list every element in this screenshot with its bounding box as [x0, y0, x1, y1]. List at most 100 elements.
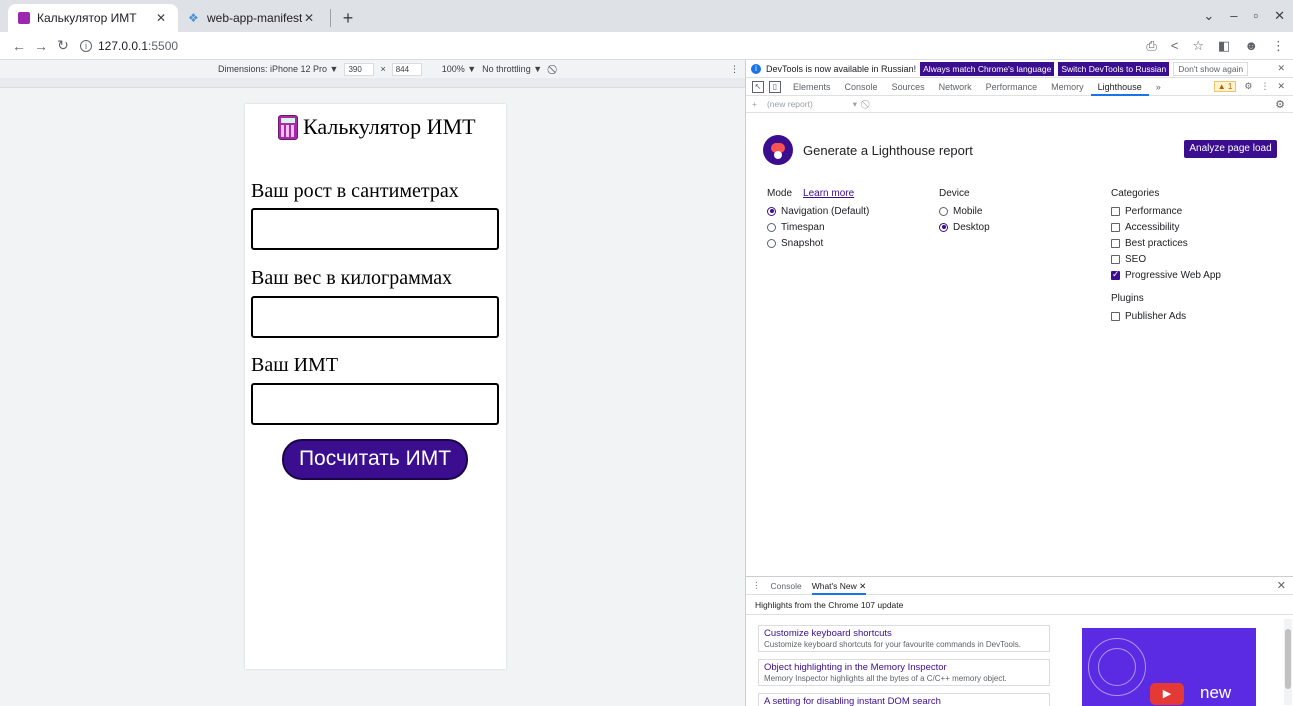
lighthouse-start-view: Generate a Lighthouse report Analyze pag… [746, 113, 1293, 573]
address-bar[interactable]: i 127.0.0.1:5500 [80, 39, 178, 53]
news-item[interactable]: A setting for disabling instant DOM sear… [758, 693, 1050, 706]
tab-console[interactable]: Console [838, 78, 885, 96]
promo-ring-inner [1098, 648, 1136, 686]
drawer-menu-dots-icon[interactable]: ⋮ [752, 580, 761, 591]
analyze-page-load-button[interactable]: Analyze page load [1184, 140, 1277, 158]
learn-more-link[interactable]: Learn more [803, 188, 854, 199]
category-accessibility[interactable]: Accessibility [1111, 219, 1221, 235]
calculate-bmi-button[interactable]: Посчитать ИМТ [282, 439, 468, 480]
media-query-ruler[interactable] [0, 78, 745, 88]
browser-tab-manifest[interactable]: ❖ web-app-manifest generat ✕ [178, 4, 326, 32]
menu-dots-icon[interactable]: ⋮ [1272, 38, 1285, 54]
device-more-icon[interactable]: ⋮ [730, 64, 739, 75]
settings-gear-icon[interactable]: ⚙ [1244, 81, 1252, 92]
bookmark-star-icon[interactable]: ☆ [1192, 38, 1204, 54]
new-report-plus-icon[interactable]: + [752, 99, 757, 109]
option-label: Accessibility [1125, 221, 1180, 233]
inspect-element-icon[interactable]: ↖ [752, 80, 764, 93]
option-label: SEO [1125, 253, 1147, 265]
checkbox-icon[interactable] [1111, 206, 1120, 216]
close-icon[interactable]: ✕ [302, 11, 316, 25]
close-icon[interactable]: ✕ [154, 11, 168, 25]
lighthouse-settings-gear-icon[interactable]: ⚙ [1275, 98, 1293, 111]
site-info-icon[interactable]: i [80, 39, 92, 52]
browser-tab-bmi[interactable]: Калькулятор ИМТ ✕ [8, 4, 178, 32]
device-dimensions-select[interactable]: Dimensions: iPhone 12 Pro ▼ [218, 64, 338, 74]
dont-show-again-button[interactable]: Don't show again [1173, 61, 1249, 76]
close-icon[interactable]: ✕ [1277, 63, 1285, 74]
tab-memory[interactable]: Memory [1044, 78, 1091, 96]
bmi-output[interactable] [251, 383, 499, 425]
checkbox-icon[interactable] [1111, 238, 1120, 248]
device-height-input[interactable] [391, 62, 422, 76]
weight-input[interactable] [251, 296, 499, 338]
radio-icon[interactable] [767, 238, 776, 248]
warnings-badge[interactable]: ▲ 1 [1213, 81, 1237, 92]
window-close-icon[interactable]: ✕ [1274, 8, 1285, 24]
category-seo[interactable]: SEO [1111, 251, 1221, 267]
checkbox-icon[interactable] [1111, 269, 1120, 280]
device-width-input[interactable] [344, 62, 375, 76]
drawer-scrollbar[interactable] [1284, 619, 1292, 705]
youtube-play-icon[interactable]: ▶ [1150, 683, 1184, 705]
forward-arrow-icon[interactable]: → [30, 38, 52, 54]
reload-icon[interactable]: ↻ [52, 37, 74, 54]
scrollbar-thumb[interactable] [1285, 629, 1291, 689]
maximize-icon[interactable]: ▫ [1253, 8, 1258, 24]
mode-option-snapshot[interactable]: Snapshot [767, 235, 869, 251]
mode-option-timespan[interactable]: Timespan [767, 219, 869, 235]
switch-to-russian-button[interactable]: Switch DevTools to Russian [1058, 61, 1170, 76]
device-toggle-icon[interactable]: ▯ [769, 80, 781, 93]
throttling-select[interactable]: No throttling ▼ [482, 64, 542, 74]
devtools-drawer: ⋮ Console What's New ✕ ✕ Highlights from… [746, 576, 1293, 706]
checkbox-icon[interactable] [1111, 222, 1120, 232]
checkbox-icon[interactable] [1111, 311, 1120, 321]
tab-network[interactable]: Network [932, 78, 979, 96]
close-devtools-icon[interactable]: ✕ [1277, 81, 1285, 92]
news-item[interactable]: Customize keyboard shortcuts Customize k… [758, 625, 1050, 652]
tab-sources[interactable]: Sources [885, 78, 932, 96]
whats-new-video-thumbnail[interactable]: ▶ new [1082, 628, 1256, 706]
report-dropdown-icon[interactable]: ▾ [853, 99, 857, 110]
side-panel-icon[interactable]: ◧ [1218, 38, 1230, 54]
minimize-icon[interactable]: – [1230, 8, 1237, 24]
category-performance[interactable]: Performance [1111, 203, 1221, 219]
install-app-icon[interactable]: ⎙ [1146, 38, 1156, 54]
share-icon[interactable]: < [1171, 38, 1179, 53]
always-match-language-button[interactable]: Always match Chrome's language [920, 61, 1055, 76]
zoom-select[interactable]: 100% ▼ [442, 64, 476, 74]
tab-search-chevron-icon[interactable]: ⌄ [1203, 8, 1214, 24]
bmi-label: Ваш ИМТ [251, 354, 339, 376]
tab-elements[interactable]: Elements [786, 78, 838, 96]
tab-performance[interactable]: Performance [979, 78, 1045, 96]
close-drawer-icon[interactable]: ✕ [1277, 579, 1293, 592]
drawer-tab-whats-new[interactable]: What's New ✕ [811, 577, 867, 595]
news-item[interactable]: Object highlighting in the Memory Inspec… [758, 659, 1050, 686]
device-option-desktop[interactable]: Desktop [939, 219, 990, 235]
radio-icon[interactable] [939, 222, 948, 232]
more-tabs-chevron-icon[interactable]: » [1149, 78, 1168, 96]
radio-icon[interactable] [767, 206, 776, 216]
category-pwa[interactable]: Progressive Web App [1111, 267, 1221, 283]
height-input[interactable] [251, 208, 499, 250]
category-best-practices[interactable]: Best practices [1111, 235, 1221, 251]
device-option-mobile[interactable]: Mobile [939, 203, 990, 219]
drawer-tab-console[interactable]: Console [771, 581, 802, 591]
close-icon[interactable]: ✕ [859, 581, 866, 591]
checkbox-icon[interactable] [1111, 254, 1120, 264]
devtools-tabbar: ↖ ▯ Elements Console Sources Network Per… [746, 78, 1293, 96]
radio-icon[interactable] [939, 206, 948, 216]
mode-option-navigation[interactable]: Navigation (Default) [767, 203, 869, 219]
option-label: Progressive Web App [1125, 269, 1221, 281]
customize-dots-icon[interactable]: ⋮ [1260, 81, 1269, 92]
back-arrow-icon[interactable]: ← [8, 38, 30, 54]
categories-label: Categories [1111, 188, 1160, 199]
radio-icon[interactable] [767, 222, 776, 232]
tab-lighthouse[interactable]: Lighthouse [1090, 78, 1149, 96]
infobar-message: DevTools is now available in Russian! [766, 63, 917, 74]
profile-avatar-icon[interactable]: ☻ [1244, 38, 1258, 53]
plugin-publisher-ads[interactable]: Publisher Ads [1111, 308, 1221, 324]
new-tab-plus-icon[interactable]: + [335, 5, 361, 31]
categories-column: Categories Performance Accessibility Bes… [1111, 188, 1221, 324]
report-select[interactable]: (new report) [767, 99, 813, 109]
